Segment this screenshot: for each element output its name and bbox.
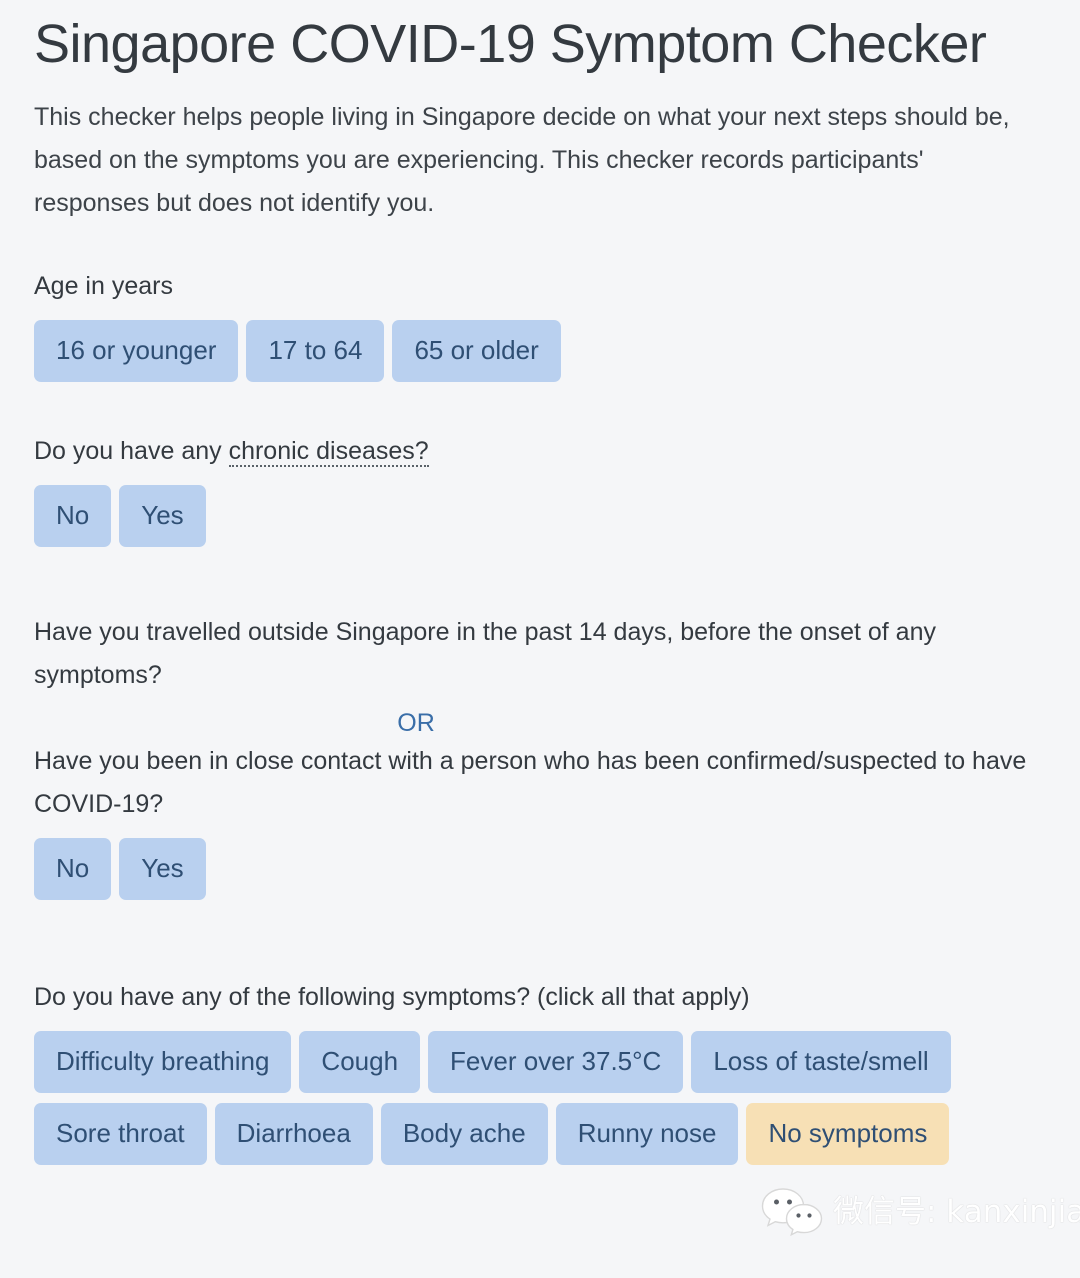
travel-question-label: Have you travelled outside Singapore in … — [34, 618, 936, 690]
age-option-65-or-older[interactable]: 65 or older — [392, 320, 561, 383]
symptoms-options-row-1: Difficulty breathing Cough Fever over 37… — [34, 1031, 1048, 1094]
question-symptoms: Do you have any of the following symptom… — [34, 976, 1048, 1166]
age-option-17-to-64[interactable]: 17 to 64 — [246, 320, 385, 383]
or-divider-label: OR — [397, 709, 435, 738]
symptom-option-diarrhoea[interactable]: Diarrhoea — [214, 1103, 373, 1166]
age-options: 16 or younger 17 to 64 65 or older — [34, 320, 1048, 383]
intro-paragraph: This checker helps people living in Sing… — [34, 103, 1010, 218]
question-age: Age in years 16 or younger 17 to 64 65 o… — [34, 265, 1048, 383]
symptom-option-cough[interactable]: Cough — [299, 1031, 421, 1094]
chronic-option-yes[interactable]: Yes — [119, 485, 206, 548]
symptom-option-body-ache[interactable]: Body ache — [380, 1103, 548, 1166]
symptom-option-difficulty-breathing[interactable]: Difficulty breathing — [34, 1031, 292, 1094]
symptom-option-sore-throat[interactable]: Sore throat — [34, 1103, 207, 1166]
chronic-label-prefix: Do you have any — [34, 437, 229, 466]
symptom-checker-page: Singapore COVID-19 Symptom Checker This … — [0, 0, 1080, 1278]
exposure-option-yes[interactable]: Yes — [119, 838, 206, 901]
close-contact-question-label: Have you been in close contact with a pe… — [34, 747, 1027, 819]
age-label: Age in years — [34, 272, 173, 301]
page-title: Singapore COVID-19 Symptom Checker — [34, 14, 987, 74]
question-chronic-diseases: Do you have any chronic diseases? No Yes — [34, 430, 1048, 548]
exposure-options: No Yes — [34, 838, 1048, 901]
symptom-option-fever[interactable]: Fever over 37.5°C — [428, 1031, 684, 1094]
symptom-option-no-symptoms[interactable]: No symptoms — [746, 1103, 950, 1166]
symptom-option-runny-nose[interactable]: Runny nose — [555, 1103, 739, 1166]
symptoms-label: Do you have any of the following symptom… — [34, 983, 750, 1012]
chronic-options: No Yes — [34, 485, 1048, 548]
symptom-option-loss-of-taste-smell[interactable]: Loss of taste/smell — [691, 1031, 951, 1094]
age-option-16-or-younger[interactable]: 16 or younger — [34, 320, 239, 383]
symptoms-options-row-2: Sore throat Diarrhoea Body ache Runny no… — [34, 1103, 1048, 1166]
chronic-diseases-tooltip-link[interactable]: chronic diseases? — [228, 437, 429, 468]
question-exposure: Have you travelled outside Singapore in … — [34, 611, 1048, 901]
chronic-label: Do you have any chronic diseases? — [34, 430, 1034, 473]
chronic-option-no[interactable]: No — [34, 485, 112, 548]
exposure-option-no[interactable]: No — [34, 838, 112, 901]
